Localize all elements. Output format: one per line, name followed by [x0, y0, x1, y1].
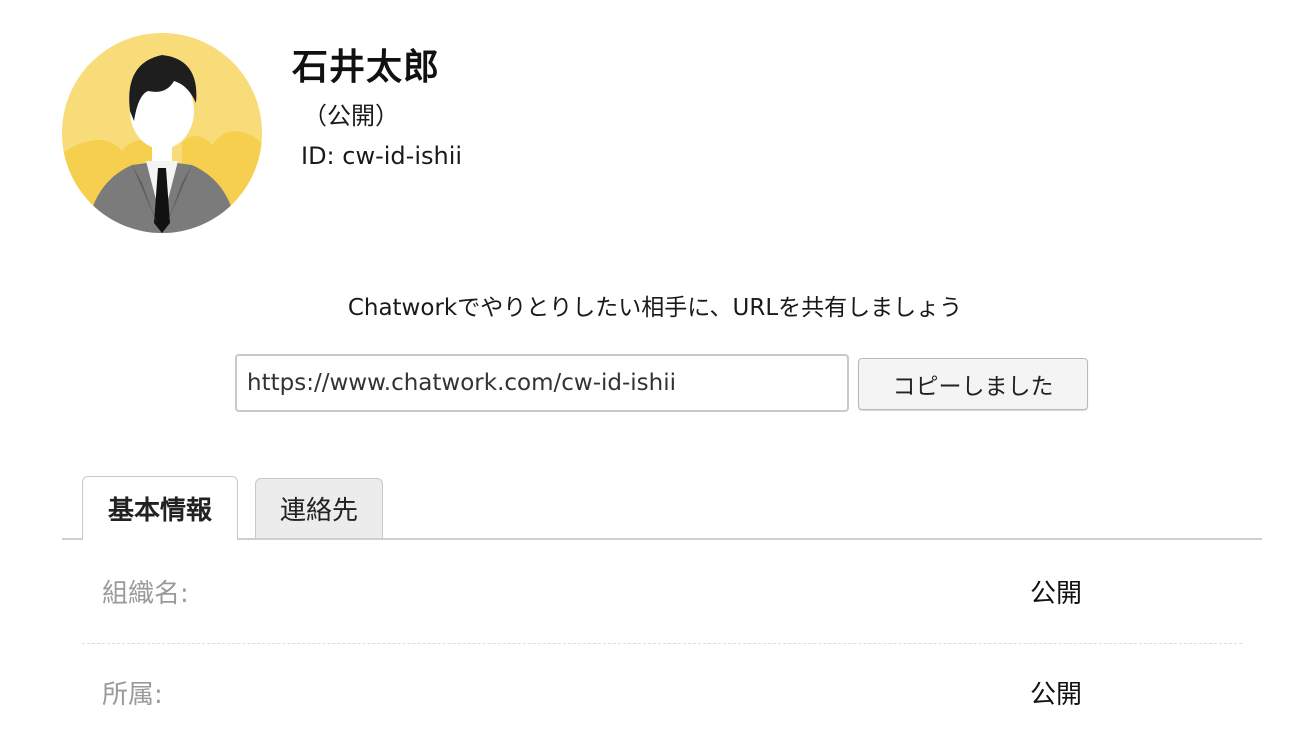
avatar	[62, 33, 262, 233]
info-row-label: 所属:	[102, 680, 163, 710]
info-row-organization: 組織名: 公開	[82, 543, 1242, 644]
visibility-label: （公開）	[303, 102, 399, 130]
tab-contact[interactable]: 連絡先	[255, 478, 383, 538]
tab-divider	[62, 538, 1262, 540]
info-row-value: 公開	[1030, 680, 1083, 710]
copy-button[interactable]: コピーしました	[858, 358, 1088, 410]
share-message: Chatworkでやりとりしたい相手に、URLを共有しましょう	[347, 295, 963, 321]
info-row-label: 組織名:	[102, 579, 189, 609]
user-id: ID: cw-id-ishii	[301, 142, 463, 170]
share-url-input[interactable]	[235, 354, 849, 412]
profile-name: 石井太郎	[292, 47, 441, 88]
info-row-department: 所属: 公開	[82, 644, 1242, 744]
tab-basic-info[interactable]: 基本情報	[82, 476, 238, 540]
info-row-value: 公開	[1030, 579, 1083, 609]
